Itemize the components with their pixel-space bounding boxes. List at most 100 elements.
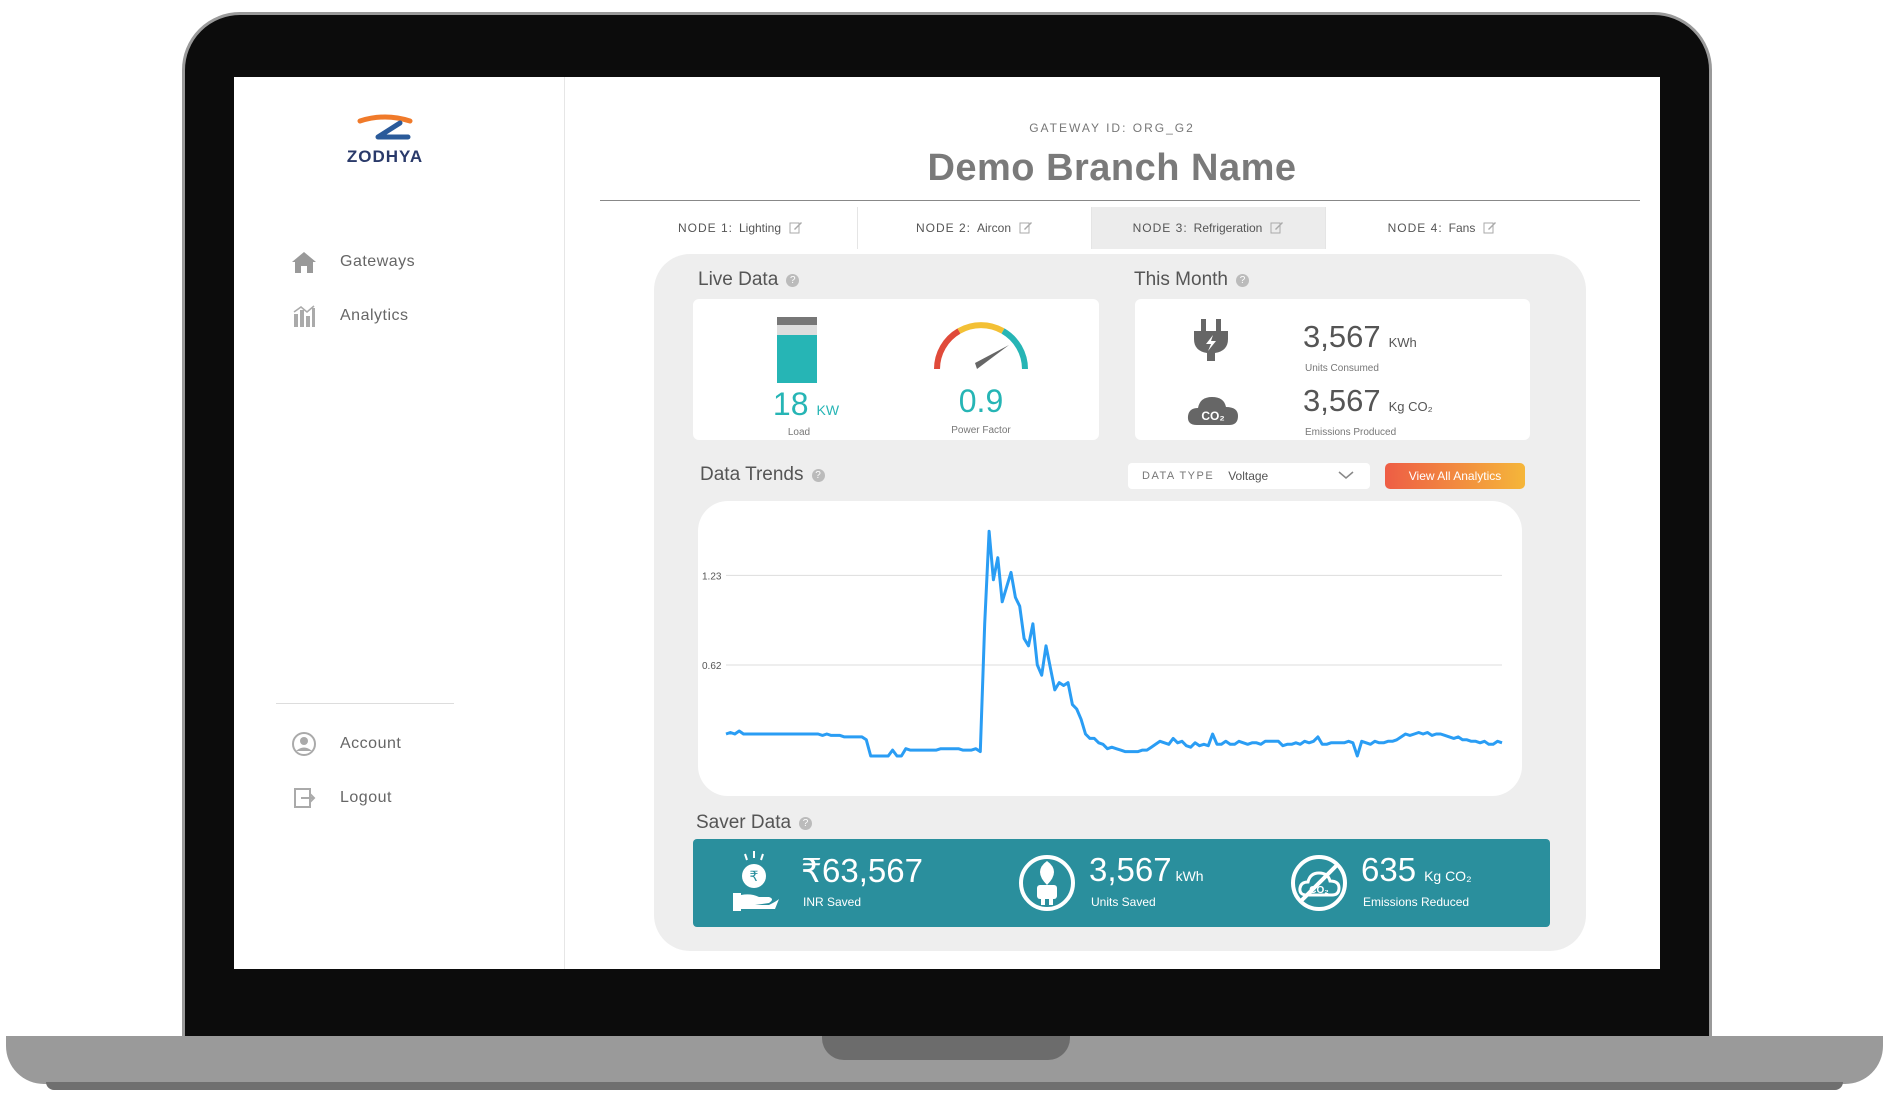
tab-label: Refrigeration [1193,221,1263,235]
units-saved-icon [1019,855,1075,911]
data-type-select[interactable]: DATA TYPE Voltage [1128,463,1370,489]
tab-label: Lighting [738,221,782,235]
sidebar-item-logout[interactable]: Logout [290,783,392,813]
inr-saved-readout: ₹63,567 [801,851,923,890]
units-consumed-label: Units Consumed [1305,363,1379,374]
app-screen: ZODHYA Gateways Analytics Account Logout… [234,77,1660,969]
edit-icon[interactable] [1483,220,1497,237]
title-divider [600,200,1640,201]
page-title: Demo Branch Name [927,147,1297,189]
rupee-hand-icon: ₹ [733,851,779,911]
data-type-value: Voltage [1228,469,1269,483]
sidebar-item-analytics[interactable]: Analytics [290,301,409,331]
sidebar-item-account[interactable]: Account [290,729,401,759]
emissions-reduced-icon: CO₂ [1291,855,1347,911]
this-month-title: This Month ? [1134,269,1249,291]
trend-chart: 1.23 0.62 [698,501,1522,796]
load-bar-fill [777,335,817,383]
view-all-analytics-button[interactable]: View All Analytics [1385,463,1525,489]
units-saved-value: 3,567 [1089,851,1172,888]
tab-node-2[interactable]: NODE 2: Aircon [858,207,1092,249]
live-data-card: 18 KW Load 0.9 Power Factor [693,299,1099,440]
y-tick-label: 1.23 [702,571,722,582]
y-tick-label: 0.62 [702,661,722,672]
power-factor-label: Power Factor [951,425,1011,436]
user-icon [290,730,318,758]
edit-icon[interactable] [1270,220,1284,237]
emissions-reduced-label: Emissions Reduced [1363,895,1470,909]
units-consumed-value: 3,567 [1303,319,1381,354]
node-tabs: NODE 1: Lighting NODE 2: Aircon NODE 3: … [624,207,1559,249]
emissions-readout: 3,567 Kg CO₂ [1303,383,1433,419]
tab-prefix: NODE 4: [1387,221,1443,235]
tab-label: Aircon [977,221,1012,235]
edit-icon[interactable] [1019,220,1033,237]
units-saved-unit: kWh [1175,868,1204,884]
svg-text:₹: ₹ [750,869,759,885]
inr-saved-label: INR Saved [803,895,862,909]
bar-chart-icon [290,302,318,330]
load-label: Load [787,427,811,438]
co2-cloud-icon: CO₂ [1187,397,1238,425]
units-saved-readout: 3,567 kWh [1089,851,1204,889]
help-icon[interactable]: ? [786,273,800,287]
tab-label: Fans [1448,221,1476,235]
laptop-base-shadow [46,1082,1843,1090]
plug-icon [1194,319,1228,361]
sidebar-item-gateways[interactable]: Gateways [290,247,415,277]
tab-prefix: NODE 2: [915,221,971,235]
gateway-id: GATEWAY ID: ORG_G2 [1029,121,1195,135]
live-data-title: Live Data ? [698,269,800,291]
help-icon[interactable]: ? [799,816,813,830]
inr-saved-value: ₹63,567 [801,852,923,889]
trend-chart-svg: 1.23 0.62 [702,529,1503,758]
sidebar-item-label: Analytics [340,307,409,324]
sidebar: ZODHYA Gateways Analytics Account Logout [234,77,565,969]
series-line [725,529,1503,758]
units-consumed-unit: KWh [1388,335,1417,350]
this-month-card: 3,567 KWh Units Consumed CO₂ 3,567 Kg CO₂ … [1135,299,1530,440]
load-readout: 18 KW [761,386,851,423]
emissions-reduced-readout: 635 Kg CO₂ [1361,851,1472,889]
load-value: 18 [772,386,809,422]
svg-text:CO₂: CO₂ [1201,409,1224,423]
help-icon[interactable]: ? [811,468,825,482]
help-icon[interactable]: ? [1235,273,1249,287]
chevron-down-icon [1338,469,1354,483]
data-type-label: DATA TYPE [1142,470,1215,482]
units-consumed-readout: 3,567 KWh [1303,319,1417,355]
data-trends-title: Data Trends ? [700,464,825,486]
this-month-label: This Month [1134,269,1228,290]
live-data-label: Live Data [698,269,779,290]
sidebar-item-label: Gateways [340,253,416,270]
emissions-label: Emissions Produced [1305,427,1397,438]
laptop-notch [822,1036,1070,1060]
sidebar-divider [276,703,454,704]
emissions-value: 3,567 [1303,383,1381,418]
load-bar-track [777,317,817,383]
power-factor-gauge [934,322,1028,370]
emissions-reduced-unit: Kg CO₂ [1424,868,1472,884]
tab-node-4[interactable]: NODE 4: Fans [1326,207,1559,249]
tab-node-1[interactable]: NODE 1: Lighting [624,207,858,249]
tab-node-3[interactable]: NODE 3: Refrigeration [1092,207,1326,249]
load-bar-cap [777,317,817,325]
saver-data-label: Saver Data [696,812,792,833]
load-unit: KW [816,402,840,418]
edit-icon[interactable] [789,220,803,237]
logo-text: ZODHYA [346,147,424,166]
logout-icon [290,784,318,812]
units-saved-label: Units Saved [1091,895,1156,909]
saver-banner: ₹ ₹63,567 INR Saved 3,567 kWh Units Saved… [693,839,1550,927]
tab-prefix: NODE 1: [677,221,733,235]
power-factor-value: 0.9 [958,383,1004,419]
emissions-reduced-value: 635 [1361,851,1417,888]
tab-prefix: NODE 3: [1132,221,1188,235]
logo[interactable]: ZODHYA [330,111,440,171]
sidebar-item-label: Account [340,735,402,752]
sidebar-item-label: Logout [340,789,392,806]
logo-swoosh-icon [357,114,413,140]
home-icon [290,248,318,276]
saver-data-title: Saver Data ? [696,812,813,834]
emissions-unit: Kg CO₂ [1388,399,1433,414]
